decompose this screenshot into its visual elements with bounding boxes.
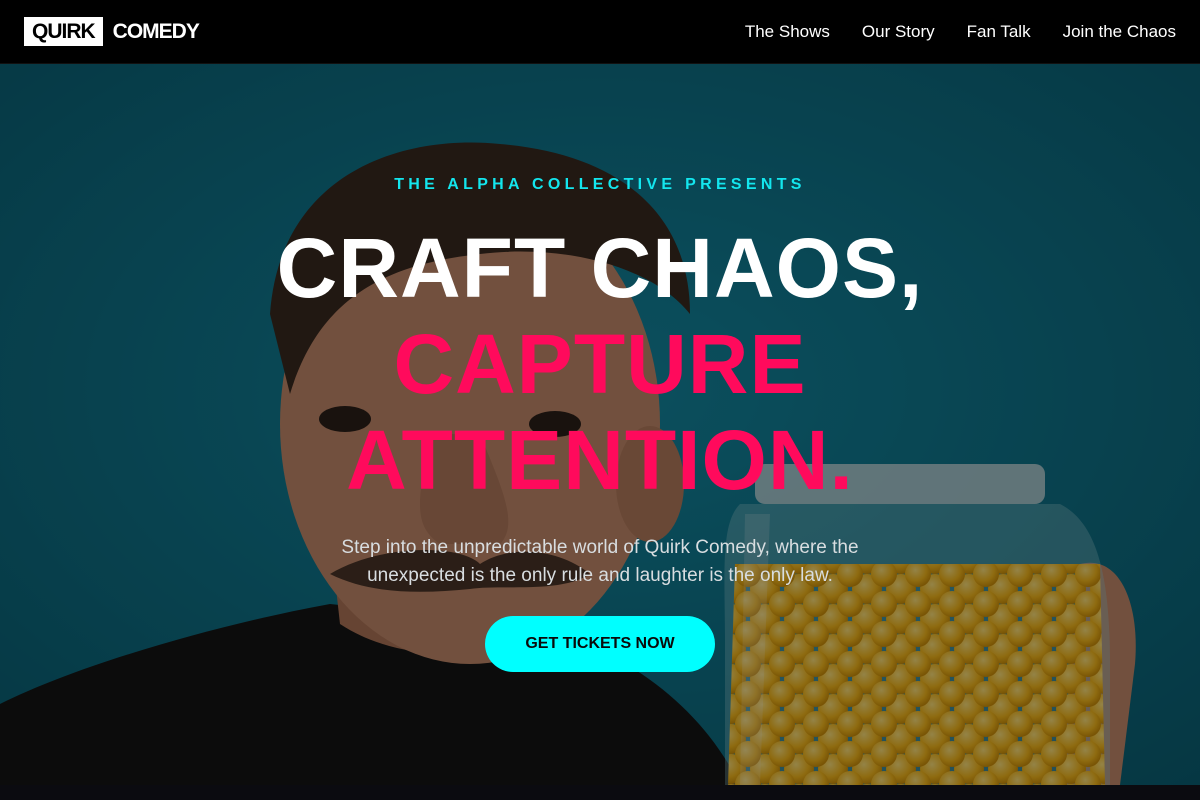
nav-links: The Shows Our Story Fan Talk Join the Ch… xyxy=(745,22,1176,42)
hero-content: THE ALPHA COLLECTIVE PRESENTS CRAFT CHAO… xyxy=(0,64,1200,785)
headline-line-2: CAPTURE xyxy=(393,317,807,411)
nav-link-the-shows[interactable]: The Shows xyxy=(745,22,830,42)
nav-link-join-the-chaos[interactable]: Join the Chaos xyxy=(1063,22,1176,42)
next-section-edge xyxy=(0,785,1200,800)
hero-eyebrow: THE ALPHA COLLECTIVE PRESENTS xyxy=(394,176,806,193)
headline-line-1: CRAFT CHAOS, xyxy=(276,221,924,315)
get-tickets-button[interactable]: GET TICKETS NOW xyxy=(485,616,715,672)
brand-logo[interactable]: QUIRK COMEDY xyxy=(24,17,200,46)
hero-subtitle: Step into the unpredictable world of Qui… xyxy=(341,537,859,586)
top-navbar: QUIRK COMEDY The Shows Our Story Fan Tal… xyxy=(0,0,1200,64)
logo-boxed-text: QUIRK xyxy=(24,17,103,46)
hero-section: THE ALPHA COLLECTIVE PRESENTS CRAFT CHAO… xyxy=(0,64,1200,785)
headline-line-3: ATTENTION. xyxy=(346,413,854,507)
logo-word-text: COMEDY xyxy=(112,19,200,43)
hero-headline: CRAFT CHAOS, CAPTURE ATTENTION. xyxy=(277,220,924,508)
nav-link-fan-talk[interactable]: Fan Talk xyxy=(967,22,1031,42)
nav-link-our-story[interactable]: Our Story xyxy=(862,22,935,42)
